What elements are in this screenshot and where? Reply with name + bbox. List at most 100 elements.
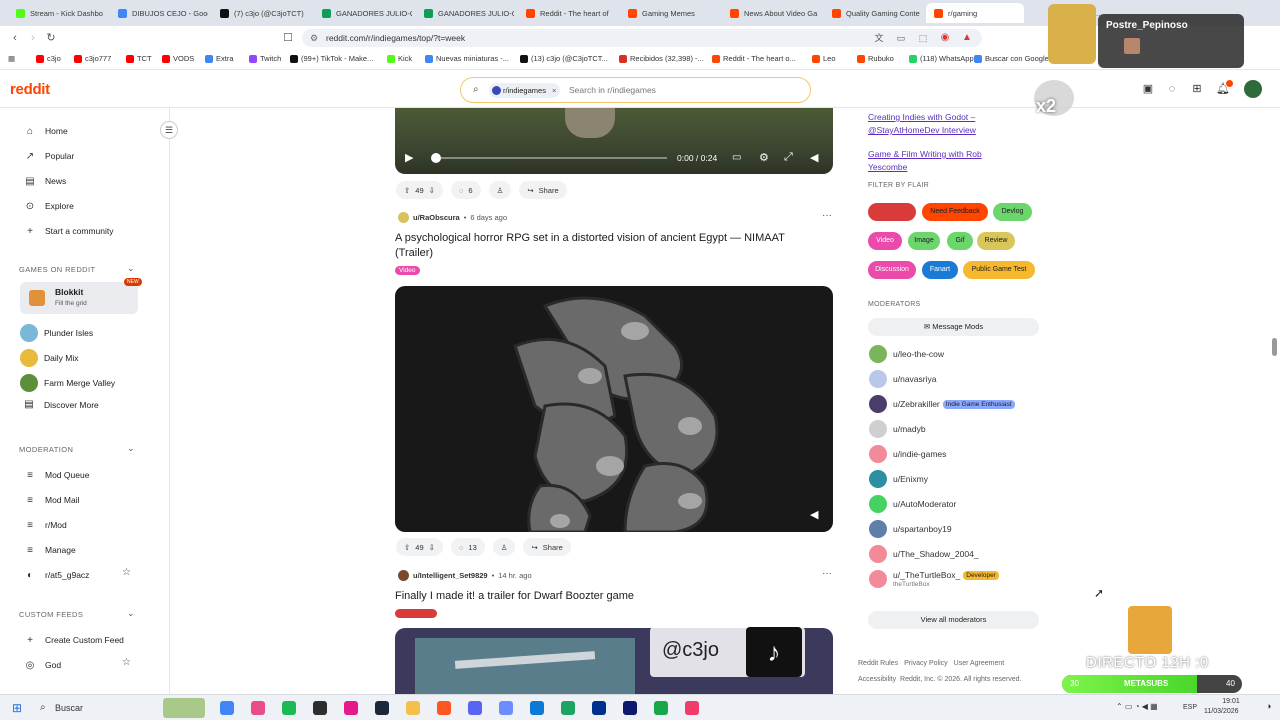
moderator-name[interactable]: u/leo-the-cow xyxy=(893,349,944,359)
taskbar-search[interactable]: Buscar xyxy=(55,703,83,713)
moderator-name[interactable]: u/_TheTurtleBox_ xyxy=(893,570,960,580)
sidebar-game-item[interactable]: Daily Mix xyxy=(20,349,78,367)
post3-flair[interactable] xyxy=(395,609,437,618)
bookmark-item[interactable]: Buscar con Google xyxy=(974,54,1049,63)
volume-icon[interactable]: ◀︎ xyxy=(810,508,818,521)
video-scrubber-handle[interactable] xyxy=(431,153,441,163)
sidebar-game-item[interactable]: ▤ Discover More xyxy=(20,399,99,410)
chat-icon[interactable]: ◌ xyxy=(1166,83,1178,95)
browser-tab[interactable]: Stream - Kick Dashbo xyxy=(8,3,106,23)
browser-tab[interactable]: GANADORES JULIO-C xyxy=(416,3,514,23)
taskbar-search-icon[interactable]: ⌕ xyxy=(40,702,46,713)
moderator-item[interactable]: u/leo-the-cow xyxy=(869,345,944,363)
sidebar-item-popular[interactable]: ↗ Popular xyxy=(24,149,75,163)
moderator-item[interactable]: u/Zebrakiller Indie Game Enthusiast xyxy=(869,395,1015,413)
subreddit-search-chip[interactable]: r/indiegames × xyxy=(489,83,561,98)
moderator-name[interactable]: u/indie-games xyxy=(893,449,946,459)
sidebar-mod-item[interactable]: ≡ r/Mod xyxy=(24,518,67,532)
rail-link[interactable]: Creating Indies with Godot – @StayAtHome… xyxy=(868,111,1018,137)
flair-filter-button[interactable]: Image xyxy=(908,232,940,250)
downvote-icon[interactable]: ⇩ xyxy=(429,543,435,552)
copilot-icon[interactable] xyxy=(220,701,234,715)
moderator-name[interactable]: u/navasriya xyxy=(893,374,936,384)
comments-button[interactable]: ◌ 13 xyxy=(450,538,485,556)
sidebar-mod-item[interactable]: ◐ r/at5_g9acz xyxy=(24,568,89,582)
vscode-icon[interactable] xyxy=(499,701,513,715)
advertise-icon[interactable]: ▣ xyxy=(1142,83,1154,95)
post1-video[interactable]: ▶ 0:00 / 0:24 ▭ ⚙ ⤢ ◀︎ xyxy=(395,108,833,174)
moderator-item[interactable]: u/Enixmy xyxy=(869,470,928,488)
post2-video[interactable]: ◀︎ xyxy=(395,286,833,532)
moderator-name[interactable]: u/AutoModerator xyxy=(893,499,956,509)
post3-more-icon[interactable]: ··· xyxy=(822,568,832,579)
forward-icon[interactable]: › xyxy=(26,31,40,45)
bookmark-item[interactable]: Rubuko xyxy=(857,54,894,63)
view-all-moderators-button[interactable]: View all moderators xyxy=(868,611,1039,629)
browser-tab[interactable]: GANADORES JULIO-C xyxy=(314,3,412,23)
search-input[interactable]: Search in r/indiegames xyxy=(569,85,656,95)
flair-filter-button[interactable]: Fanart xyxy=(922,261,958,279)
moderator-item[interactable]: u/navasriya xyxy=(869,370,936,388)
sidebar-custom-feed-item[interactable]: ◎ God xyxy=(24,658,61,672)
language-indicator[interactable]: ESP xyxy=(1183,704,1197,711)
upvote-icon[interactable]: ⇧ xyxy=(404,543,410,552)
spotify-icon[interactable] xyxy=(282,701,296,715)
sidebar-game-item[interactable]: Plunder Isles xyxy=(20,324,93,342)
taskbar-widget-icon[interactable] xyxy=(163,698,205,718)
sidebar-mod-item[interactable]: ≡ Mod Mail xyxy=(24,493,79,507)
post2-title[interactable]: A psychological horror RPG set in a dist… xyxy=(395,231,825,261)
moderator-name[interactable]: u/Enixmy xyxy=(893,474,928,484)
clear-chip-icon[interactable]: × xyxy=(552,86,556,95)
sidebar-game-item[interactable]: Farm Merge Valley xyxy=(20,374,115,392)
start-icon[interactable]: ⊞ xyxy=(12,701,22,715)
moderator-item[interactable]: u/_TheTurtleBox_ Developer theTurtleBox xyxy=(869,570,999,588)
flair-filter-button[interactable]: Discussion xyxy=(868,203,916,221)
moderator-item[interactable]: u/madyb xyxy=(869,420,926,438)
extension-alert-icon[interactable]: ▲ xyxy=(960,31,974,45)
bookmark-item[interactable]: Extra xyxy=(205,54,234,63)
greenapp-icon[interactable] xyxy=(561,701,575,715)
chevron-down-icon[interactable]: ⌄ xyxy=(127,263,135,274)
paint-icon[interactable] xyxy=(251,701,265,715)
browser-tab[interactable]: Reddit - The heart of xyxy=(518,3,616,23)
clock-time[interactable]: 19:01 xyxy=(1216,698,1246,705)
moderator-item[interactable]: u/The_Shadow_2004_ xyxy=(869,545,979,563)
share-button[interactable]: ↪ Share xyxy=(523,538,571,556)
settings-app-icon[interactable] xyxy=(685,701,699,715)
clock-date[interactable]: 11/03/2026 xyxy=(1204,708,1239,715)
page-scrollbar-thumb[interactable] xyxy=(1272,338,1277,356)
flair-filter-button[interactable]: Need Feedback xyxy=(922,203,988,221)
post2-more-icon[interactable]: ··· xyxy=(822,210,832,221)
obs-icon[interactable] xyxy=(313,701,327,715)
moderator-item[interactable]: u/indie-games xyxy=(869,445,946,463)
moderator-name[interactable]: u/Zebrakiller xyxy=(893,399,940,409)
bookmark-item[interactable]: c3jo777 xyxy=(74,54,111,63)
sidebar-item-start-a-community[interactable]: + Start a community xyxy=(24,224,113,238)
reload-icon[interactable]: ↻ xyxy=(44,31,58,45)
flair-filter-button[interactable]: Devlog xyxy=(993,203,1032,221)
discord-icon[interactable] xyxy=(468,701,482,715)
bookmark-star-icon[interactable]: ☐ xyxy=(281,31,295,45)
fullscreen-icon[interactable]: ⤢ xyxy=(784,151,793,164)
video-progress-bar[interactable] xyxy=(441,157,667,159)
footer-link-agreement[interactable]: User Agreement xyxy=(954,660,1005,667)
settings-icon[interactable]: ⚙ xyxy=(759,151,769,164)
footer-link-rules[interactable]: Reddit Rules xyxy=(858,660,898,667)
moderation-section-header[interactable]: MODERATION xyxy=(19,445,73,454)
flair-filter-button[interactable]: Review xyxy=(977,232,1015,250)
bookmark-item[interactable]: TCT xyxy=(126,54,152,63)
moderator-item[interactable]: u/AutoModerator xyxy=(869,495,956,513)
sidebar-mod-item[interactable]: ≡ Mod Queue xyxy=(24,468,89,482)
bookmark-item[interactable]: (99+) TikTok - Make... xyxy=(290,54,373,63)
sidebar-custom-feed-item[interactable]: + Create Custom Feed xyxy=(24,633,124,647)
bookmark-item[interactable]: (13) c3jo (@C3joTCT... xyxy=(520,54,608,63)
flair-filter-button[interactable]: Video xyxy=(868,232,902,250)
notification-center-icon[interactable]: ◑ xyxy=(1266,701,1271,711)
flair-filter-button[interactable]: Discussion xyxy=(868,261,916,279)
edge-icon[interactable] xyxy=(530,701,544,715)
upvote-icon[interactable]: ⇧ xyxy=(404,186,410,195)
sidebar-item-news[interactable]: ▤ News xyxy=(24,174,66,188)
post2-flair[interactable]: Video xyxy=(395,266,420,275)
rail-link[interactable]: Game & Film Writing with Rob Yescombe xyxy=(868,148,1018,174)
steam-icon[interactable] xyxy=(375,701,389,715)
